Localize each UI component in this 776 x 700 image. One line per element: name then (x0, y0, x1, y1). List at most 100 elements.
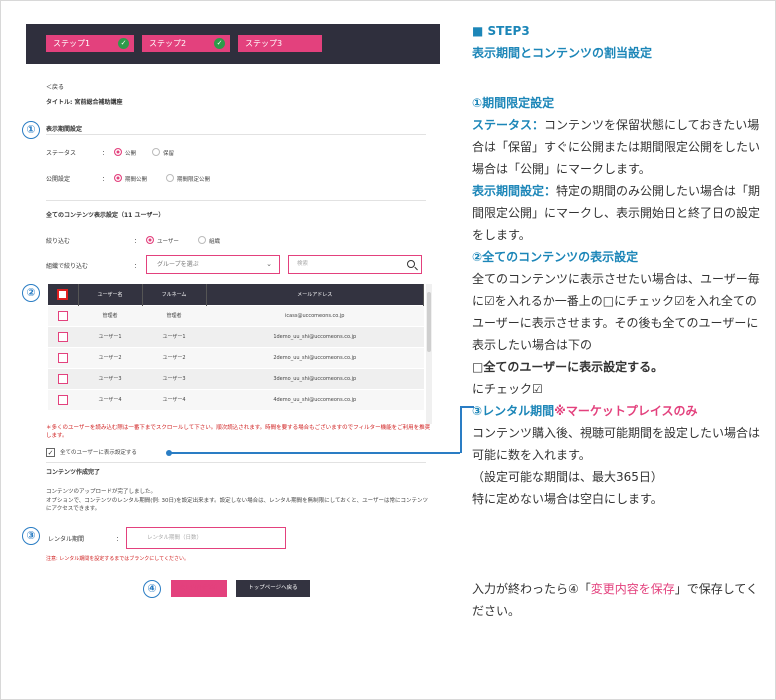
check-icon: ✓ (118, 38, 129, 49)
table-row: 管理者 管理者 icass@uccomeons.co.jp (48, 304, 424, 326)
back-link[interactable]: ＜戻る (46, 82, 64, 91)
table-header-row: ユーザー名 フルネーム メールアドレス (48, 284, 424, 305)
group-filter-label: 組織で絞り込む (46, 263, 89, 270)
step-1-tab[interactable]: ステップ1 ✓ (46, 35, 134, 52)
table-row: ユーザー4 ユーザー4 4demo_uu_shi@uccomeons.co.jp (48, 388, 424, 410)
cell-email: 1demo_uu_shi@uccomeons.co.jp (206, 325, 424, 347)
group-select[interactable]: グループを選ぶ ⌄ (146, 255, 280, 274)
table-row: ユーザー1 ユーザー1 1demo_uu_shi@uccomeons.co.jp (48, 325, 424, 347)
back-to-top-button[interactable]: トップページへ戻る (236, 580, 310, 597)
scroll-note-text: ＊多くのユーザーを読み込む際は一番下までスクロールして下さい。順次読込されます。… (46, 425, 431, 439)
search-input[interactable]: 検索 (288, 255, 422, 274)
status-public-label: 公開 (125, 151, 137, 157)
row-checkbox[interactable] (58, 331, 68, 342)
row-checkbox-cell (48, 304, 78, 326)
status-public-radio[interactable] (114, 148, 122, 156)
public-limited-label: 期間限定公開 (177, 177, 211, 183)
cell-fullname: ユーザー3 (142, 367, 206, 389)
divider (46, 200, 426, 201)
check-icon: ✓ (214, 38, 225, 49)
rental-placeholder: レンタル期間（日数） (147, 535, 203, 541)
table-scroll-thumb[interactable] (427, 292, 431, 352)
all-users-checkbox[interactable]: ✓ (46, 448, 55, 457)
rental-input[interactable]: レンタル期間（日数） (126, 527, 286, 549)
cell-email: 2demo_uu_shi@uccomeons.co.jp (206, 346, 424, 368)
step-bar: ステップ1 ✓ ステップ2 ✓ ステップ3 (26, 24, 440, 64)
final-link: 変更内容を保存 (590, 582, 675, 596)
marker-1: ① (22, 121, 40, 139)
complete-section-title: コンテンツ作成完了 (46, 469, 101, 476)
save-button[interactable]: 変更内容を保存 (171, 580, 227, 597)
row-checkbox[interactable] (58, 373, 68, 384)
public-period-radio[interactable] (114, 174, 122, 182)
connector-line (170, 452, 460, 454)
section-3-title-line: ③レンタル期間※マーケットプレイスのみ (472, 400, 762, 422)
period-section-title: 表示期間設定 (46, 126, 83, 133)
section-3-paren: （設定可能な期間は、最大365日） (472, 470, 663, 484)
marker-3: ③ (22, 527, 40, 545)
status-label: ステータス (46, 150, 77, 157)
filter-user-radio[interactable] (146, 236, 154, 244)
step-3-label: ステップ3 (245, 39, 283, 48)
table-row: ユーザー3 ユーザー3 3demo_uu_shi@uccomeons.co.jp (48, 367, 424, 389)
colon: ： (102, 176, 109, 183)
step-2-label: ステップ2 (149, 39, 187, 48)
section-3-title: ③レンタル期間 (472, 404, 555, 418)
table-row: ユーザー2 ユーザー2 2demo_uu_shi@uccomeons.co.jp (48, 346, 424, 368)
search-placeholder: 検索 (297, 261, 309, 267)
rental-note-text: 注意: レンタル期間を設定するまではブランクにしてください。 (46, 556, 189, 562)
cell-username: ユーザー4 (78, 388, 142, 410)
complete-note-2: オプションで、コンテンツのレンタル期間(例: 30日)を設定出来ます。設定しない… (46, 498, 428, 512)
row-checkbox-cell (48, 325, 78, 347)
search-icon (407, 260, 415, 268)
step-3-tab[interactable]: ステップ3 (238, 35, 322, 52)
colon: ： (134, 263, 141, 270)
chevron-down-icon: ⌄ (266, 260, 272, 268)
status-hold-label: 保留 (163, 151, 175, 157)
section-2-after: にチェック☑ (472, 382, 543, 396)
cell-username: 管理者 (78, 304, 142, 326)
filter-user-label: ユーザー (157, 239, 179, 245)
connector-line (460, 406, 462, 453)
row-checkbox-cell (48, 367, 78, 389)
row-checkbox-cell (48, 388, 78, 410)
filter-org-label: 組織 (209, 239, 221, 245)
section-2-text: 全てのコンテンツに表示させたい場合は、ユーザー毎に☑を入れるか一番上の□にチェッ… (472, 272, 760, 352)
header-username: ユーザー名 (78, 284, 143, 305)
step-heading: ■ STEP3 (472, 24, 530, 38)
app-screenshot: ステップ1 ✓ ステップ2 ✓ ステップ3 ＜戻る タイトル: 宮前総合補助講座… (26, 24, 440, 604)
cell-username: ユーザー3 (78, 367, 142, 389)
step-subheading: 表示期間とコンテンツの割当設定 (472, 46, 653, 60)
step-2-tab[interactable]: ステップ2 ✓ (142, 35, 230, 52)
header-fullname: フルネーム (142, 284, 207, 305)
status-key: ステータス： (472, 118, 545, 132)
select-all-checkbox[interactable] (57, 288, 69, 300)
section-3-blank: 特に定めない場合は空白にします。 (472, 492, 663, 506)
group-select-value: グループを選ぶ (157, 261, 199, 268)
row-checkbox[interactable] (58, 310, 68, 321)
public-limited-radio[interactable] (166, 174, 174, 182)
status-hold-radio[interactable] (152, 148, 160, 156)
row-checkbox[interactable] (58, 352, 68, 363)
public-period-label: 期間公開 (125, 177, 148, 183)
marker-2: ② (22, 284, 40, 302)
all-users-label: 全てのユーザーに表示設定する (60, 450, 137, 456)
step-1-label: ステップ1 (53, 39, 91, 48)
cell-username: ユーザー2 (78, 346, 142, 368)
public-setting-label: 公開設定 (46, 176, 71, 183)
section-3-market: ※マーケットプレイスのみ (554, 404, 698, 418)
cell-email: 4demo_uu_shi@uccomeons.co.jp (206, 388, 424, 410)
user-table: ユーザー名 フルネーム メールアドレス 管理者 管理者 icass@uccome… (48, 284, 424, 410)
cell-username: ユーザー1 (78, 325, 142, 347)
section-3-text: コンテンツ購入後、視聴可能期間を設定したい場合は可能に数を入れます。 (472, 426, 761, 462)
section-1-period: 表示期間設定：特定の期間のみ公開したい場合は「期間限定公開」にマークし、表示開始… (472, 180, 762, 246)
row-checkbox[interactable] (58, 394, 68, 405)
filter-org-radio[interactable] (198, 236, 206, 244)
section-1-title: ①期間限定設定 (472, 96, 555, 110)
scroll-note: ＊多くのユーザーを読み込む際は一番下までスクロールして下さい。順次読込されます。… (46, 424, 432, 440)
cell-fullname: ユーザー4 (142, 388, 206, 410)
rental-note: 注意: レンタル期間を設定するまではブランクにしてください。 (46, 555, 189, 563)
section-2-title: ②全てのコンテンツの表示設定 (472, 250, 639, 264)
section-2-bold: □全てのユーザーに表示設定する。 (472, 360, 664, 374)
complete-note-1: コンテンツのアップロードが完了しました。 (46, 489, 157, 495)
